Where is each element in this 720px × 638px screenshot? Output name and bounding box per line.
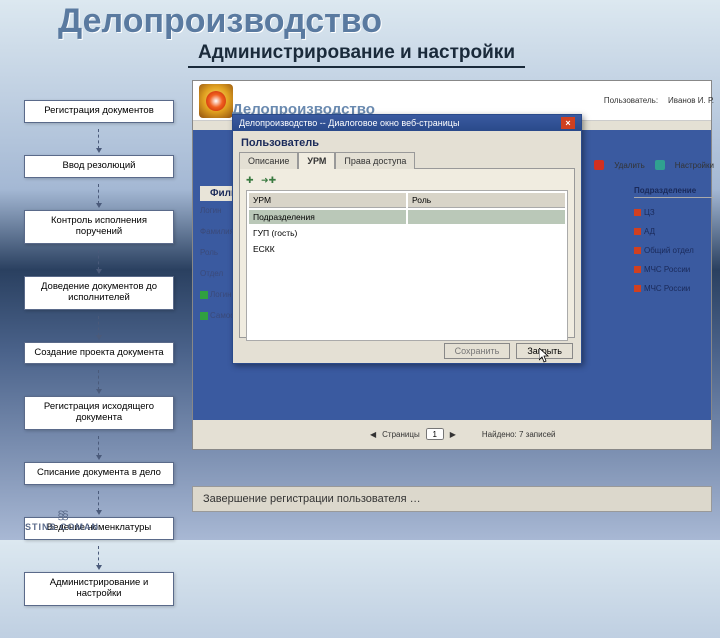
sidebar-item[interactable]: Доведение документов до исполнителей: [24, 276, 174, 310]
department-item[interactable]: МЧС России: [634, 284, 714, 293]
table-row[interactable]: Подразделения: [249, 210, 406, 224]
urm-table[interactable]: УРМ Роль Подразделения ГУП (гость) ЕСКК: [246, 190, 568, 341]
department-item[interactable]: ЦЗ: [634, 208, 714, 217]
delete-button[interactable]: Удалить: [614, 161, 645, 170]
tab-description[interactable]: Описание: [239, 152, 298, 169]
dialog-body: ✚ ➜✚ УРМ Роль Подразделения ГУП (гость) …: [239, 168, 575, 338]
department-item[interactable]: Общий отдел: [634, 246, 714, 255]
settings-icon[interactable]: [655, 160, 665, 170]
tab-urm[interactable]: УРМ: [298, 152, 335, 169]
records-found: Найдено: 7 записей: [482, 430, 556, 439]
sidebar-item[interactable]: Списание документа в дело: [24, 462, 174, 485]
sidebar-item[interactable]: Администрирование и настройки: [24, 572, 174, 606]
status-footer: Завершение регистрации пользователя …: [192, 486, 712, 512]
save-button[interactable]: Сохранить: [444, 343, 511, 359]
square-icon: [634, 209, 641, 216]
add-remove-icons[interactable]: ✚ ➜✚: [246, 175, 568, 186]
pager: ◀ Страницы ▶ Найдено: 7 записей: [370, 428, 556, 440]
page-title: Делопроизводство: [58, 2, 382, 41]
sidebar-item[interactable]: Ввод резолюций: [24, 155, 174, 178]
table-row[interactable]: ЕСКК: [249, 242, 406, 256]
square-icon: [634, 247, 641, 254]
page-input[interactable]: [426, 428, 444, 440]
department-column: Подразделение ЦЗ АД Общий отдел МЧС Росс…: [634, 186, 714, 303]
department-header: Подразделение: [634, 186, 714, 198]
dialog-section: Пользователь: [233, 131, 581, 151]
sidebar-item[interactable]: Регистрация документов: [24, 100, 174, 123]
tab-access[interactable]: Права доступа: [335, 152, 415, 169]
square-icon: [634, 285, 641, 292]
delete-icon[interactable]: [594, 160, 604, 170]
square-icon: [634, 266, 641, 273]
sidebar-item[interactable]: Регистрация исходящего документа: [24, 396, 174, 430]
close-button[interactable]: Закрыть: [516, 343, 573, 359]
settings-button[interactable]: Настройки: [675, 161, 714, 170]
sidebar-item[interactable]: Контроль исполнения поручений: [24, 210, 174, 244]
dialog-tabs: Описание УРМ Права доступа: [233, 151, 581, 168]
checkbox-icon[interactable]: [200, 312, 208, 320]
close-icon[interactable]: ×: [561, 117, 575, 129]
emblem-icon: [199, 84, 233, 118]
col-urm[interactable]: УРМ: [249, 193, 406, 208]
vendor-logo: §§ STINS COMAN: [25, 508, 99, 532]
user-dialog: Делопроизводство -- Диалоговое окно веб-…: [232, 114, 582, 364]
col-role[interactable]: Роль: [408, 193, 565, 208]
department-item[interactable]: МЧС России: [634, 265, 714, 274]
sidebar-item[interactable]: Создание проекта документа: [24, 342, 174, 365]
page-subtitle: Администрирование и настройки: [188, 42, 525, 68]
checkbox-icon[interactable]: [200, 291, 208, 299]
dialog-title: Делопроизводство -- Диалоговое окно веб-…: [239, 118, 459, 128]
dialog-titlebar[interactable]: Делопроизводство -- Диалоговое окно веб-…: [233, 115, 581, 131]
toolbar-user: Пользователь: Иванов И. Р.: [604, 96, 714, 105]
workflow-sidebar: Регистрация документов Ввод резолюций Ко…: [24, 100, 174, 638]
table-row[interactable]: ГУП (гость): [249, 226, 406, 240]
square-icon: [634, 228, 641, 235]
pager-prev-icon[interactable]: ◀: [370, 430, 376, 439]
pager-next-icon[interactable]: ▶: [450, 430, 456, 439]
department-item[interactable]: АД: [634, 227, 714, 236]
